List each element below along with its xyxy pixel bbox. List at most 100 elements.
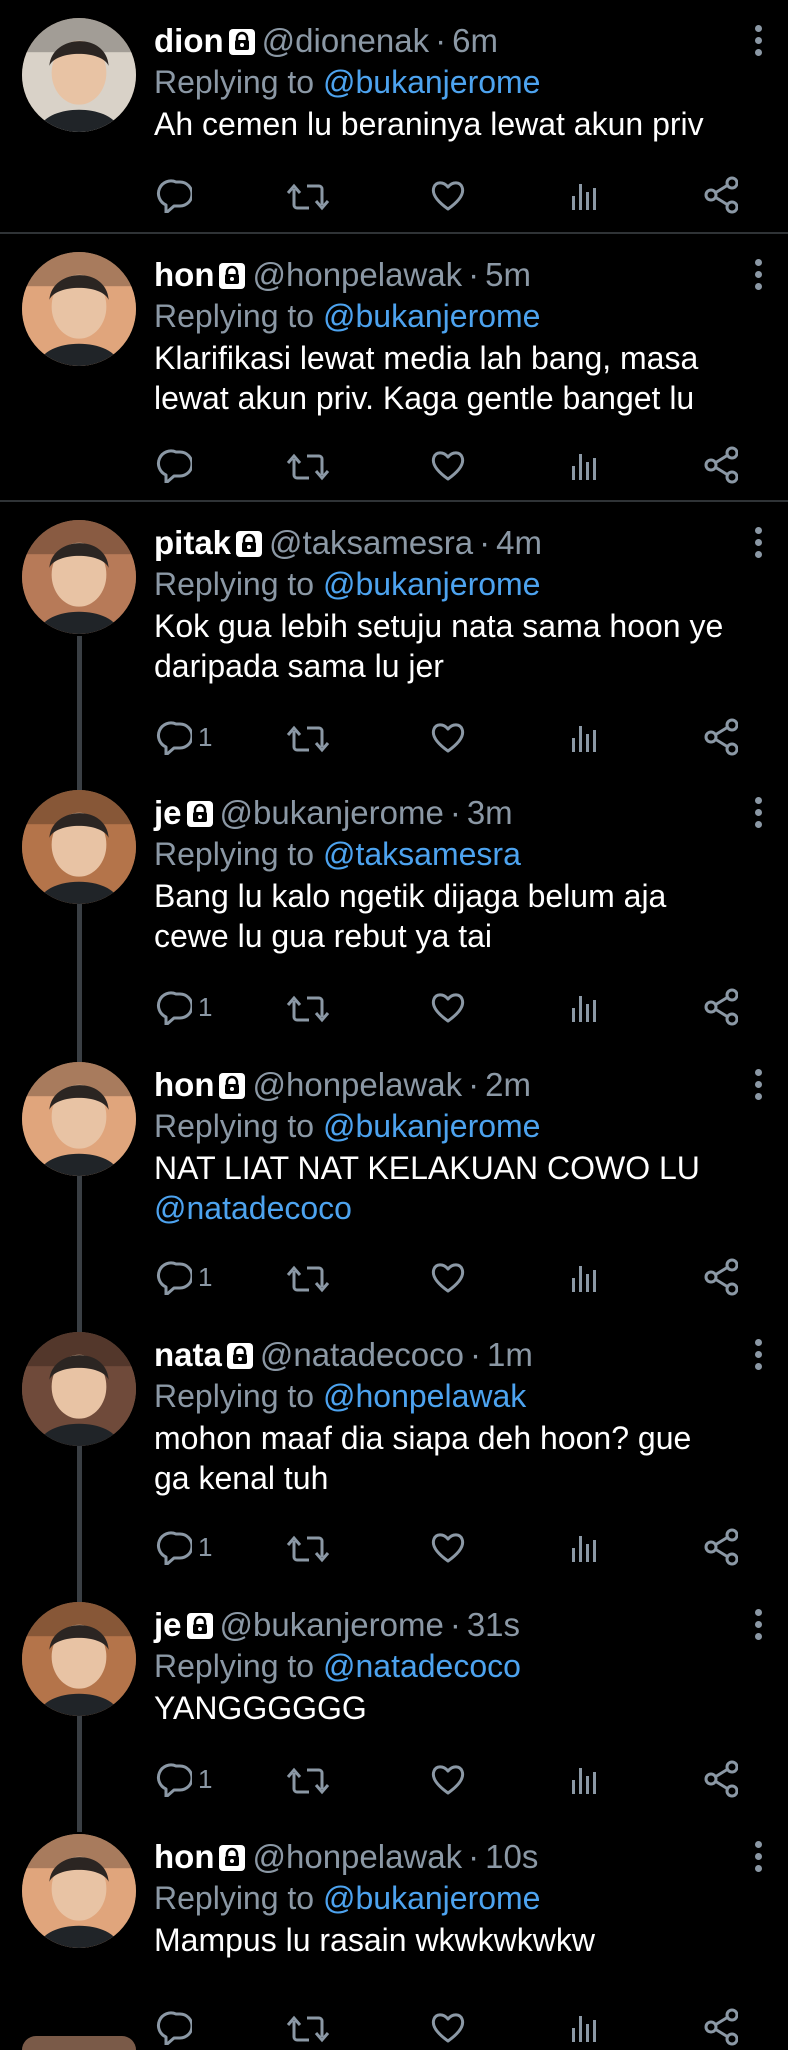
share-button[interactable]	[704, 445, 738, 485]
analytics-button[interactable]	[570, 2007, 598, 2047]
tweet[interactable]: je @bukanjerome · 31s Replying to @natadecoc…	[0, 1584, 788, 1816]
more-vertical-icon[interactable]	[752, 1066, 764, 1102]
reply-button[interactable]: 1	[156, 1527, 212, 1567]
replying-to-link[interactable]: @bukanjerome	[323, 1108, 540, 1144]
timestamp[interactable]: 31s	[467, 1606, 520, 1643]
share-button[interactable]	[704, 2007, 738, 2047]
timestamp[interactable]: 5m	[485, 256, 531, 293]
like-button[interactable]	[430, 175, 466, 215]
username[interactable]: @natadecoco	[260, 1336, 464, 1373]
analytics-button[interactable]	[570, 717, 598, 757]
display-name[interactable]: pitak	[154, 524, 231, 561]
display-name[interactable]: hon	[154, 1066, 214, 1103]
timestamp[interactable]: 4m	[496, 524, 542, 561]
avatar[interactable]	[22, 1834, 136, 1948]
replying-to-link[interactable]: @bukanjerome	[323, 1880, 540, 1916]
analytics-button[interactable]	[570, 445, 598, 485]
analytics-button[interactable]	[570, 1527, 598, 1567]
replying-to-link[interactable]: @bukanjerome	[323, 566, 540, 602]
like-button[interactable]	[430, 717, 466, 757]
mention-link[interactable]: @natadecoco	[154, 1188, 764, 1228]
analytics-button[interactable]	[570, 987, 598, 1027]
avatar[interactable]	[22, 1062, 136, 1176]
replying-to-link[interactable]: @bukanjerome	[323, 298, 540, 334]
share-button[interactable]	[704, 1257, 738, 1297]
retweet-button[interactable]	[286, 2007, 330, 2047]
display-name[interactable]: je	[154, 1606, 182, 1643]
username[interactable]: @bukanjerome	[220, 794, 444, 831]
username[interactable]: @taksamesra	[269, 524, 473, 561]
more-vertical-icon[interactable]	[752, 1606, 764, 1642]
avatar[interactable]	[22, 1332, 136, 1446]
timestamp[interactable]: 6m	[452, 22, 498, 59]
replying-to-link[interactable]: @bukanjerome	[323, 64, 540, 100]
more-vertical-icon[interactable]	[752, 22, 764, 58]
retweet-button[interactable]	[286, 987, 330, 1027]
username[interactable]: @dionenak	[262, 22, 429, 59]
reply-button[interactable]: 1	[156, 987, 212, 1027]
analytics-icon	[570, 2010, 598, 2044]
replying-to-link[interactable]: @natadecoco	[323, 1648, 521, 1684]
avatar[interactable]	[22, 1602, 136, 1716]
retweet-button[interactable]	[286, 717, 330, 757]
reply-icon	[156, 719, 192, 755]
more-vertical-icon[interactable]	[752, 524, 764, 560]
tweet[interactable]: hon @honpelawak · 10s Replying to @bukanjero…	[0, 1816, 788, 2048]
more-vertical-icon[interactable]	[752, 256, 764, 292]
share-button[interactable]	[704, 1527, 738, 1567]
tweet[interactable]: pitak @taksamesra · 4m Replying to @bukanjer…	[0, 502, 788, 772]
reply-button[interactable]	[156, 2007, 192, 2047]
display-name[interactable]: nata	[154, 1336, 222, 1373]
username[interactable]: @honpelawak	[252, 1066, 462, 1103]
more-vertical-icon[interactable]	[752, 1336, 764, 1372]
like-button[interactable]	[430, 2007, 466, 2047]
reply-button[interactable]	[156, 445, 192, 485]
share-button[interactable]	[704, 175, 738, 215]
display-name[interactable]: hon	[154, 1838, 214, 1875]
timestamp[interactable]: 10s	[485, 1838, 538, 1875]
tweet[interactable]: hon @honpelawak · 5m Replying to @bukanjerom…	[0, 234, 788, 502]
reply-button[interactable]	[156, 175, 192, 215]
avatar[interactable]	[22, 790, 136, 904]
username[interactable]: @bukanjerome	[220, 1606, 444, 1643]
reply-button[interactable]: 1	[156, 1759, 212, 1799]
tweet[interactable]: nata @natadecoco · 1m Replying to @honpelawa…	[0, 1314, 788, 1584]
display-name[interactable]: je	[154, 794, 182, 831]
analytics-button[interactable]	[570, 175, 598, 215]
analytics-button[interactable]	[570, 1257, 598, 1297]
tweet[interactable]: dion @dionenak · 6m Replying to @bukanjerome…	[0, 0, 788, 234]
like-button[interactable]	[430, 1257, 466, 1297]
like-button[interactable]	[430, 445, 466, 485]
retweet-button[interactable]	[286, 1257, 330, 1297]
like-button[interactable]	[430, 1759, 466, 1799]
like-button[interactable]	[430, 1527, 466, 1567]
more-vertical-icon[interactable]	[752, 794, 764, 830]
username[interactable]: @honpelawak	[252, 1838, 462, 1875]
tweet[interactable]: je @bukanjerome · 3m Replying to @taksamesra…	[0, 772, 788, 1044]
timestamp[interactable]: 3m	[467, 794, 513, 831]
like-button[interactable]	[430, 987, 466, 1027]
reply-button[interactable]: 1	[156, 1257, 212, 1297]
share-button[interactable]	[704, 717, 738, 757]
reply-button[interactable]: 1	[156, 717, 212, 757]
replying-to-link[interactable]: @honpelawak	[323, 1378, 526, 1414]
retweet-button[interactable]	[286, 1759, 330, 1799]
timestamp[interactable]: 2m	[485, 1066, 531, 1103]
display-name[interactable]: dion	[154, 22, 224, 59]
avatar[interactable]	[22, 18, 136, 132]
share-button[interactable]	[704, 987, 738, 1027]
more-vertical-icon[interactable]	[752, 1838, 764, 1874]
display-name[interactable]: hon	[154, 256, 214, 293]
replying-to-link[interactable]: @taksamesra	[323, 836, 521, 872]
analytics-button[interactable]	[570, 1759, 598, 1799]
avatar[interactable]	[22, 252, 136, 366]
retweet-button[interactable]	[286, 445, 330, 485]
retweet-button[interactable]	[286, 175, 330, 215]
timestamp[interactable]: 1m	[487, 1336, 533, 1373]
share-button[interactable]	[704, 1759, 738, 1799]
username[interactable]: @honpelawak	[252, 256, 462, 293]
share-icon	[704, 446, 738, 484]
tweet[interactable]: hon @honpelawak · 2m Replying to @bukanjerom…	[0, 1044, 788, 1314]
avatar[interactable]	[22, 520, 136, 634]
retweet-button[interactable]	[286, 1527, 330, 1567]
